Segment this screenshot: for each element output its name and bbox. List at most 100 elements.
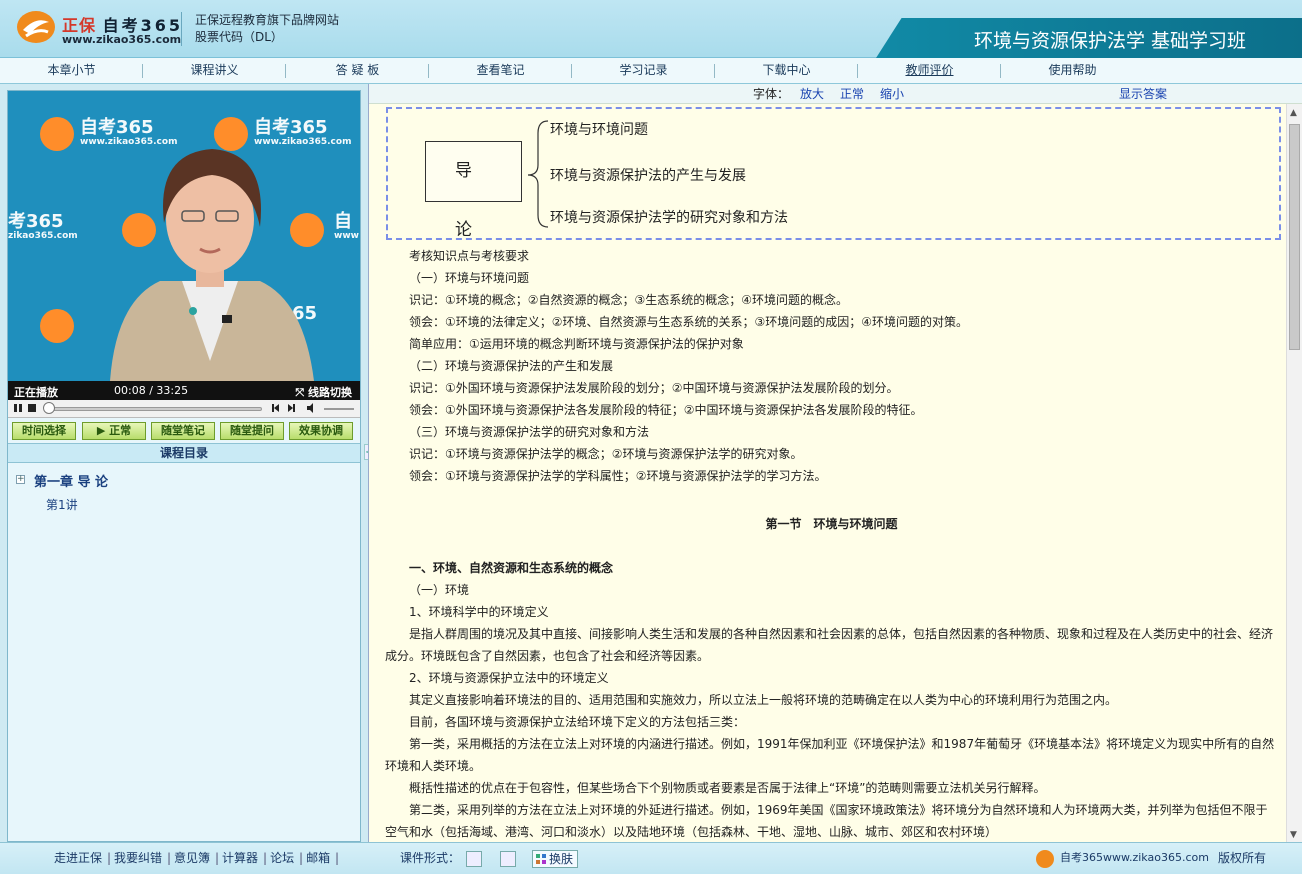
skin-label: 换肤 xyxy=(549,852,574,866)
text-line: 其定义直接影响着环境法的目的、适用范围和实施效力，所以立法上一般将环境的范畴确定… xyxy=(409,693,1118,707)
current-time: 00:08 xyxy=(114,384,146,397)
text-line: （三）环境与资源保护法学的研究对象和方法 xyxy=(409,425,650,439)
volume-slider[interactable] xyxy=(324,408,354,410)
font-shrink-link[interactable]: 缩小 xyxy=(880,84,904,104)
nav-label: 使用帮助 xyxy=(1048,63,1097,77)
presenter-figure xyxy=(110,149,314,381)
text-line: 2、环境与资源保护立法中的环境定义 xyxy=(409,671,609,685)
seek-bar[interactable] xyxy=(48,407,262,411)
scroll-up-icon[interactable]: ▲ xyxy=(1290,108,1297,118)
nav-label: 学习记录 xyxy=(619,63,668,77)
header-divider xyxy=(181,12,182,46)
text-paragraph: 是指人群周围的境况及其中直接、间接影响人类生活和发展的各种自然因素和社会因素的总… xyxy=(385,627,1274,663)
text-line: （一）环境与环境问题 xyxy=(409,271,530,285)
text-line: 考核知识点与考核要求 xyxy=(409,249,530,263)
text-line: （二）环境与资源保护法的产生和发展 xyxy=(409,359,614,373)
text-line: 简单应用：①运用环境的概念判断环境与资源保护法的保护对象 xyxy=(409,337,744,351)
time-readout: 00:08 / 33:25 xyxy=(114,384,188,397)
nav-study-record[interactable]: 学习记录 xyxy=(572,58,715,83)
watermark-partial-url: zikao365.com xyxy=(8,231,78,241)
pause-icon[interactable] xyxy=(13,403,23,413)
lecture-content-panel: 字体： 放大 正常 缩小 显示答案 导 论 环境与环境问题 环境与资源保护法的产… xyxy=(368,84,1302,842)
volume-icon[interactable] xyxy=(306,403,316,413)
grid-icon xyxy=(536,854,546,864)
text-line: 1、环境科学中的环境定义 xyxy=(409,605,549,619)
skin-button[interactable]: 换肤 xyxy=(532,850,578,868)
rewind-icon[interactable] xyxy=(270,403,280,413)
text-line: 领会：①环境与资源保护法学的学科属性；②环境与资源保护法学的学习方法。 xyxy=(409,469,827,483)
font-enlarge-link[interactable]: 放大 xyxy=(800,84,824,104)
fast-forward-icon[interactable] xyxy=(287,403,297,413)
text-line: 目前，各国环境与资源保护立法给环境下定义的方法包括三类： xyxy=(409,715,746,729)
scroll-thumb[interactable] xyxy=(1289,124,1300,350)
switch-icon: ⤧ xyxy=(295,386,305,399)
logo-url: www.zikao365.com xyxy=(62,33,182,46)
footer-link-report-error[interactable]: 我要纠错 xyxy=(108,843,171,873)
normal-speed-button[interactable]: ▶ 正常 xyxy=(82,422,146,440)
nav-view-notes[interactable]: 查看笔记 xyxy=(429,58,572,83)
logo-icon xyxy=(17,11,55,43)
format-label: 课件形式： xyxy=(400,851,461,865)
format-single-icon[interactable] xyxy=(466,851,482,867)
content-toolbar: 字体： 放大 正常 缩小 显示答案 xyxy=(369,84,1302,104)
line-switch-button[interactable]: ⤧ 线路切换 xyxy=(295,384,352,400)
catalog-title: 课程目录 xyxy=(8,443,360,463)
diagram-root: 导 论 xyxy=(425,141,522,240)
scroll-down-icon[interactable]: ▼ xyxy=(1290,830,1297,840)
footer: 走进正保 我要纠错 意见簿 计算器 论坛 邮箱 课件形式： 换肤 自考365ww… xyxy=(0,842,1302,874)
effect-adjust-button[interactable]: 效果协调 xyxy=(289,422,353,440)
stop-icon[interactable] xyxy=(27,403,37,413)
text-line: 识记：①外国环境与资源保护法发展阶段的划分；②中国环境与资源保护法发展阶段的划分… xyxy=(409,381,899,395)
text-paragraph: 第二类，采用列举的方法在立法上对环境的外延进行描述。例如，1969年美国《国家环… xyxy=(385,803,1268,839)
outline-diagram: 导 论 环境与环境问题 环境与资源保护法的产生与发展 环境与资源保护法学的研究对… xyxy=(386,107,1281,240)
nav-qa-board[interactable]: 答 疑 板 xyxy=(286,58,429,83)
left-panel: 自考365 www.zikao365.com 自考365 www.zikao365.… xyxy=(7,90,361,842)
tagline: 正保远程教育旗下品牌网站 股票代码（DL） xyxy=(195,12,339,46)
nav-label: 答 疑 板 xyxy=(335,63,380,77)
diagram-branch: 环境与环境问题 xyxy=(550,122,648,138)
content-scrollbar[interactable]: ▲ ▼ xyxy=(1286,104,1302,842)
footer-link-forum[interactable]: 论坛 xyxy=(264,843,303,873)
text-line: 识记：①环境与资源保护法学的概念；②环境与资源保护法学的研究对象。 xyxy=(409,447,803,461)
nav-teacher-evaluation[interactable]: 教师评价 xyxy=(858,58,1001,83)
footer-link-mailbox[interactable]: 邮箱 xyxy=(300,843,339,873)
footer-link-about[interactable]: 走进正保 xyxy=(48,843,111,873)
class-question-button[interactable]: 随堂提问 xyxy=(220,422,284,440)
play-icon: ▶ xyxy=(96,424,110,437)
class-notes-button[interactable]: 随堂笔记 xyxy=(151,422,215,440)
watermark: 自 www xyxy=(334,207,359,241)
time-select-button[interactable]: 时间选择 xyxy=(12,422,76,440)
footer-link-feedback[interactable]: 意见簿 xyxy=(168,843,219,873)
watermark-logo-icon xyxy=(40,117,74,151)
diagram-branch: 环境与资源保护法的产生与发展 xyxy=(550,168,746,184)
catalog-lecture[interactable]: 第1讲 xyxy=(46,496,78,513)
playing-status: 正在播放 xyxy=(14,386,58,399)
show-answer-link[interactable]: 显示答案 xyxy=(1119,84,1167,104)
header: 正保 自考365 www.zikao365.com 正保远程教育旗下品牌网站 股… xyxy=(0,0,1302,58)
nav-help[interactable]: 使用帮助 xyxy=(1001,58,1144,83)
seek-handle[interactable] xyxy=(42,402,55,414)
font-size-label: 字体： xyxy=(753,87,790,101)
watermark-partial-url: www xyxy=(334,231,359,241)
main-nav: 本章小节 课程讲义 答 疑 板 查看笔记 学习记录 下载中心 教师评价 使用帮助 xyxy=(0,58,1302,84)
nav-chapter-summary[interactable]: 本章小节 xyxy=(0,58,143,83)
nav-download-center[interactable]: 下载中心 xyxy=(715,58,858,83)
section-title: 第一节 环境与环境问题 xyxy=(765,517,898,531)
format-split-icon[interactable] xyxy=(500,851,516,867)
nav-label: 本章小节 xyxy=(47,63,96,77)
video-player[interactable]: 自考365 www.zikao365.com 自考365 www.zikao365.… xyxy=(8,91,360,381)
tree-expand-icon[interactable]: + xyxy=(16,475,25,484)
normal-speed-label: 正常 xyxy=(109,424,132,437)
watermark-logo-icon xyxy=(40,309,74,343)
catalog-chapter[interactable]: 第一章 导 论 xyxy=(34,471,108,490)
nav-lecture-notes[interactable]: 课程讲义 xyxy=(143,58,286,83)
action-buttons: 时间选择 ▶ 正常 随堂笔记 随堂提问 效果协调 xyxy=(8,421,360,441)
footer-site[interactable]: 自考365www.zikao365.com xyxy=(1060,843,1209,873)
total-time: 33:25 xyxy=(156,384,189,397)
copyright: 版权所有 xyxy=(1218,851,1267,865)
footer-link-calculator[interactable]: 计算器 xyxy=(216,843,267,873)
text-line: 领会：①外国环境与资源保护法各发展阶段的特征；②中国环境与资源保护法各发展阶段的… xyxy=(409,403,923,417)
tagline-line-2: 股票代码（DL） xyxy=(195,30,283,44)
font-normal-link[interactable]: 正常 xyxy=(840,84,864,104)
watermark-partial: 考365 xyxy=(8,211,64,232)
